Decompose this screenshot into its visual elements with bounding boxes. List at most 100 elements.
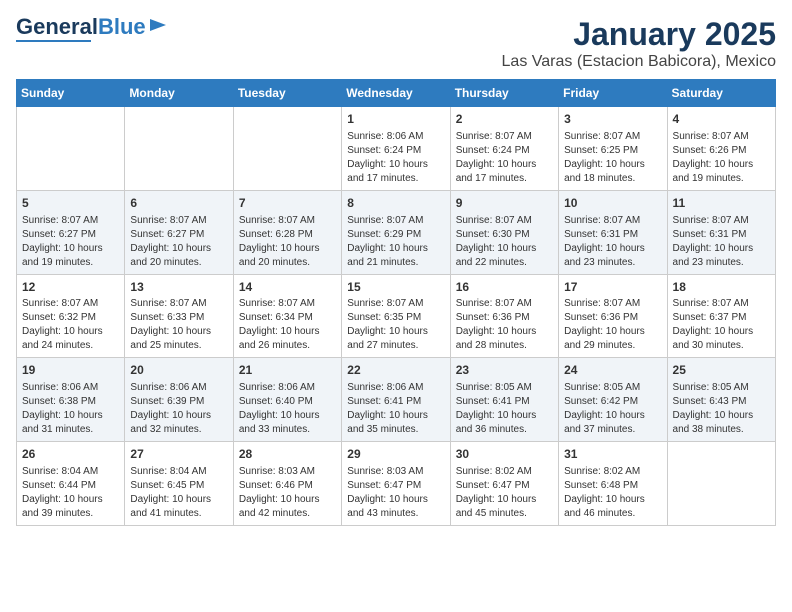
cell-info: Sunrise: 8:05 AM [456,381,553,395]
cell-info: Sunrise: 8:07 AM [564,297,661,311]
cell-info: Sunrise: 8:03 AM [239,465,336,479]
cell-info: Daylight: 10 hours [456,158,553,172]
calendar-cell: 12Sunrise: 8:07 AMSunset: 6:32 PMDayligh… [17,274,125,358]
calendar-cell: 24Sunrise: 8:05 AMSunset: 6:42 PMDayligh… [559,358,667,442]
cell-info: Sunrise: 8:05 AM [673,381,770,395]
cell-info: Sunset: 6:37 PM [673,311,770,325]
cell-info: Daylight: 10 hours [130,242,227,256]
cell-info: Sunset: 6:30 PM [456,228,553,242]
cell-info: Daylight: 10 hours [456,325,553,339]
cell-info: Sunrise: 8:05 AM [564,381,661,395]
cell-info: Sunset: 6:39 PM [130,395,227,409]
calendar-cell: 29Sunrise: 8:03 AMSunset: 6:47 PMDayligh… [342,442,450,526]
day-number: 1 [347,111,444,128]
day-number: 14 [239,279,336,296]
calendar-table: SundayMondayTuesdayWednesdayThursdayFrid… [16,79,776,526]
cell-info: Sunset: 6:47 PM [347,479,444,493]
calendar-cell: 10Sunrise: 8:07 AMSunset: 6:31 PMDayligh… [559,190,667,274]
logo-text: GeneralBlue [16,16,146,38]
cell-info: and 32 minutes. [130,423,227,437]
cell-info: Daylight: 10 hours [347,409,444,423]
cell-info: and 26 minutes. [239,339,336,353]
calendar-body: 1Sunrise: 8:06 AMSunset: 6:24 PMDaylight… [17,107,776,526]
cell-info: Sunset: 6:43 PM [673,395,770,409]
cell-info: Sunrise: 8:07 AM [130,214,227,228]
cell-info: Sunrise: 8:07 AM [22,297,119,311]
cell-info: and 18 minutes. [564,172,661,186]
calendar-cell [17,107,125,191]
day-number: 28 [239,446,336,463]
day-number: 31 [564,446,661,463]
cell-info: Daylight: 10 hours [564,409,661,423]
day-number: 4 [673,111,770,128]
cell-info: Daylight: 10 hours [673,409,770,423]
cell-info: Sunrise: 8:06 AM [239,381,336,395]
calendar-cell: 31Sunrise: 8:02 AMSunset: 6:48 PMDayligh… [559,442,667,526]
cell-info: Daylight: 10 hours [130,325,227,339]
cell-info: Sunset: 6:28 PM [239,228,336,242]
cell-info: and 17 minutes. [347,172,444,186]
cell-info: and 42 minutes. [239,507,336,521]
calendar-cell: 20Sunrise: 8:06 AMSunset: 6:39 PMDayligh… [125,358,233,442]
calendar-cell [667,442,775,526]
cell-info: and 36 minutes. [456,423,553,437]
week-row-5: 26Sunrise: 8:04 AMSunset: 6:44 PMDayligh… [17,442,776,526]
day-number: 11 [673,195,770,212]
cell-info: Sunrise: 8:06 AM [347,381,444,395]
cell-info: and 37 minutes. [564,423,661,437]
day-number: 21 [239,362,336,379]
cell-info: Daylight: 10 hours [22,242,119,256]
cell-info: Sunrise: 8:04 AM [22,465,119,479]
cell-info: and 22 minutes. [456,256,553,270]
calendar-cell: 1Sunrise: 8:06 AMSunset: 6:24 PMDaylight… [342,107,450,191]
cell-info: Sunrise: 8:02 AM [456,465,553,479]
cell-info: and 35 minutes. [347,423,444,437]
cell-info: Sunrise: 8:07 AM [564,130,661,144]
cell-info: and 19 minutes. [22,256,119,270]
cell-info: Sunset: 6:31 PM [564,228,661,242]
calendar-header-row: SundayMondayTuesdayWednesdayThursdayFrid… [17,80,776,107]
day-number: 9 [456,195,553,212]
logo-arrow-icon [148,15,168,35]
cell-info: Sunrise: 8:07 AM [673,130,770,144]
calendar-cell: 4Sunrise: 8:07 AMSunset: 6:26 PMDaylight… [667,107,775,191]
column-header-wednesday: Wednesday [342,80,450,107]
cell-info: Daylight: 10 hours [347,158,444,172]
calendar-cell [125,107,233,191]
day-number: 25 [673,362,770,379]
calendar-cell: 3Sunrise: 8:07 AMSunset: 6:25 PMDaylight… [559,107,667,191]
cell-info: and 29 minutes. [564,339,661,353]
day-number: 13 [130,279,227,296]
cell-info: and 28 minutes. [456,339,553,353]
cell-info: and 19 minutes. [673,172,770,186]
calendar-cell: 6Sunrise: 8:07 AMSunset: 6:27 PMDaylight… [125,190,233,274]
week-row-4: 19Sunrise: 8:06 AMSunset: 6:38 PMDayligh… [17,358,776,442]
cell-info: Sunset: 6:27 PM [22,228,119,242]
cell-info: Sunset: 6:38 PM [22,395,119,409]
cell-info: Sunrise: 8:06 AM [347,130,444,144]
cell-info: Sunset: 6:45 PM [130,479,227,493]
column-header-monday: Monday [125,80,233,107]
logo-underline [16,40,91,42]
cell-info: Daylight: 10 hours [239,242,336,256]
calendar-subtitle: Las Varas (Estacion Babicora), Mexico [502,53,776,71]
calendar-cell: 9Sunrise: 8:07 AMSunset: 6:30 PMDaylight… [450,190,558,274]
cell-info: Sunset: 6:33 PM [130,311,227,325]
cell-info: Sunset: 6:40 PM [239,395,336,409]
cell-info: Daylight: 10 hours [347,493,444,507]
week-row-2: 5Sunrise: 8:07 AMSunset: 6:27 PMDaylight… [17,190,776,274]
day-number: 16 [456,279,553,296]
cell-info: and 20 minutes. [130,256,227,270]
cell-info: Sunset: 6:42 PM [564,395,661,409]
cell-info: and 46 minutes. [564,507,661,521]
column-header-tuesday: Tuesday [233,80,341,107]
cell-info: Sunset: 6:31 PM [673,228,770,242]
calendar-cell: 21Sunrise: 8:06 AMSunset: 6:40 PMDayligh… [233,358,341,442]
cell-info: and 23 minutes. [673,256,770,270]
cell-info: Sunrise: 8:07 AM [456,214,553,228]
calendar-cell: 8Sunrise: 8:07 AMSunset: 6:29 PMDaylight… [342,190,450,274]
day-number: 8 [347,195,444,212]
calendar-cell: 30Sunrise: 8:02 AMSunset: 6:47 PMDayligh… [450,442,558,526]
column-header-sunday: Sunday [17,80,125,107]
calendar-cell: 22Sunrise: 8:06 AMSunset: 6:41 PMDayligh… [342,358,450,442]
